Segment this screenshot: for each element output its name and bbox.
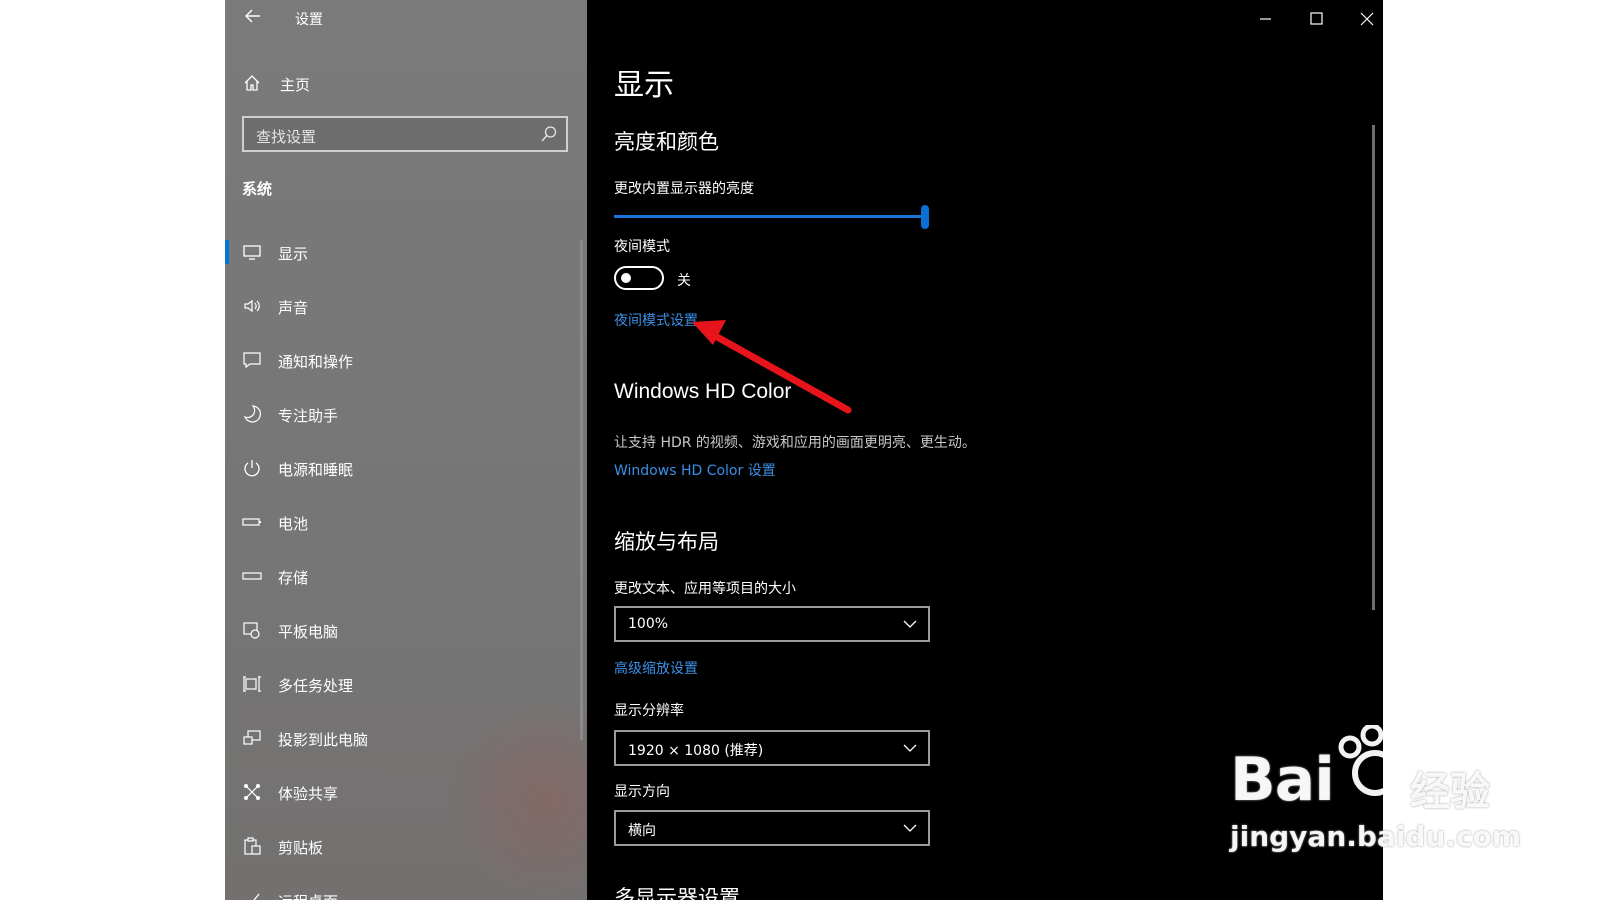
home-icon	[242, 73, 262, 93]
screenshot-stage: 设置 主页 查找设置 系统 显示 声音 通知和操作 专注助手 电源和睡眠 电池 …	[0, 0, 1600, 900]
settings-sidebar: 设置 主页 查找设置 系统 显示 声音 通知和操作 专注助手 电源和睡眠 电池 …	[225, 0, 587, 900]
hd-color-heading: Windows HD Color	[614, 380, 792, 403]
night-mode-toggle[interactable]	[614, 266, 664, 290]
main-scrollbar[interactable]	[1372, 125, 1375, 610]
sidebar-item-label: 电源和睡眠	[278, 461, 354, 479]
baidu-jingyan-watermark: Bai 经验 jingyan.baidu.com	[1230, 725, 1530, 860]
speaker-icon	[242, 296, 262, 316]
sidebar-item-tablet[interactable]: 平板电脑	[225, 610, 570, 650]
monitor-icon	[242, 242, 262, 262]
arrow-left-icon	[245, 9, 260, 23]
sidebar-item-label: 多任务处理	[278, 677, 354, 695]
chevron-down-icon	[902, 616, 918, 632]
multi-display-section-heading: 多显示器设置	[614, 886, 740, 900]
resolution-value: 1920 × 1080 (推荐)	[628, 743, 764, 759]
section-label-system: 系统	[242, 180, 273, 198]
scale-section-heading: 缩放与布局	[614, 530, 719, 554]
scale-label: 更改文本、应用等项目的大小	[614, 581, 796, 597]
sidebar-item-battery[interactable]: 电池	[225, 502, 570, 542]
sidebar-item-label: 声音	[278, 299, 309, 317]
sidebar-item-label: 平板电脑	[278, 623, 339, 641]
scale-dropdown[interactable]: 100%	[614, 606, 930, 642]
brightness-slider[interactable]	[614, 205, 929, 231]
sidebar-item-label: 存储	[278, 569, 309, 587]
moon-icon	[242, 404, 262, 424]
project-icon	[242, 728, 262, 748]
sidebar-item-storage[interactable]: 存储	[225, 556, 570, 596]
search-icon[interactable]	[540, 125, 558, 143]
back-button[interactable]	[241, 6, 265, 30]
close-icon	[1360, 12, 1374, 26]
brightness-label: 更改内置显示器的亮度	[614, 181, 754, 197]
page-title: 显示	[614, 68, 674, 103]
search-placeholder: 查找设置	[256, 128, 317, 146]
storage-icon	[242, 566, 262, 586]
sidebar-item-notifications[interactable]: 通知和操作	[225, 340, 570, 380]
sidebar-item-label: 投影到此电脑	[278, 731, 369, 749]
close-button[interactable]	[1347, 4, 1383, 34]
tablet-icon	[242, 620, 262, 640]
hd-color-settings-link[interactable]: Windows HD Color 设置	[614, 460, 776, 480]
slider-thumb[interactable]	[921, 205, 929, 229]
sidebar-item-focus-assist[interactable]: 专注助手	[225, 394, 570, 434]
sidebar-item-display[interactable]: 显示	[225, 232, 570, 272]
orientation-value: 横向	[628, 823, 656, 839]
brightness-section-heading: 亮度和颜色	[614, 130, 719, 154]
minimize-button[interactable]	[1245, 4, 1285, 34]
sidebar-item-project[interactable]: 投影到此电脑	[225, 718, 570, 758]
sidebar-item-multitasking[interactable]: 多任务处理	[225, 664, 570, 704]
advanced-scale-link[interactable]: 高级缩放设置	[614, 658, 698, 678]
sidebar-item-label: 体验共享	[278, 785, 339, 803]
sidebar-item-label: 远程桌面	[278, 891, 338, 900]
sidebar-item-label: 剪贴板	[278, 839, 324, 857]
sidebar-scrollbar[interactable]	[580, 240, 583, 740]
resolution-dropdown[interactable]: 1920 × 1080 (推荐)	[614, 730, 930, 766]
sidebar-item-label: 显示	[278, 245, 309, 263]
sidebar-item-clipboard[interactable]: 剪贴板	[225, 826, 570, 866]
sidebar-item-label: 电池	[278, 515, 309, 533]
watermark-jingyan: 经验	[1410, 769, 1490, 815]
maximize-icon	[1310, 12, 1323, 25]
hd-color-description: 让支持 HDR 的视频、游戏和应用的画面更明亮、更生动。	[614, 435, 976, 451]
sidebar-item-power-sleep[interactable]: 电源和睡眠	[225, 448, 570, 488]
toggle-knob	[621, 273, 631, 283]
notification-icon	[242, 350, 262, 370]
minimize-icon	[1260, 18, 1271, 20]
orientation-label: 显示方向	[614, 784, 670, 800]
scale-value: 100%	[628, 616, 669, 632]
sidebar-item-label: 专注助手	[278, 407, 339, 425]
shared-experiences-icon	[242, 782, 262, 802]
sidebar-item-label: 通知和操作	[278, 353, 354, 371]
watermark-domain: jingyan.baidu.com	[1230, 820, 1522, 853]
sidebar-item-sound[interactable]: 声音	[225, 286, 570, 326]
battery-icon	[242, 512, 262, 532]
watermark-brand: Bai	[1230, 745, 1335, 815]
night-mode-settings-link[interactable]: 夜间模式设置	[614, 310, 698, 330]
clipboard-icon	[242, 836, 262, 856]
night-mode-state: 关	[677, 273, 691, 289]
search-input[interactable]: 查找设置	[242, 116, 568, 152]
remote-desktop-icon	[242, 890, 262, 900]
orientation-dropdown[interactable]: 横向	[614, 810, 930, 846]
multitasking-icon	[242, 674, 262, 694]
power-icon	[242, 458, 262, 478]
window-title: 设置	[295, 12, 323, 28]
chevron-down-icon	[902, 820, 918, 836]
night-mode-label: 夜间模式	[614, 239, 670, 255]
slider-fill	[614, 215, 921, 218]
home-nav-item[interactable]: 主页	[225, 68, 587, 100]
resolution-label: 显示分辨率	[614, 703, 684, 719]
sidebar-item-shared-experiences[interactable]: 体验共享	[225, 772, 570, 812]
home-label: 主页	[280, 76, 311, 94]
chevron-down-icon	[902, 740, 918, 756]
paw-icon	[1338, 725, 1408, 796]
maximize-button[interactable]	[1296, 4, 1336, 34]
sidebar-item-remote-desktop[interactable]: 远程桌面	[225, 880, 570, 900]
